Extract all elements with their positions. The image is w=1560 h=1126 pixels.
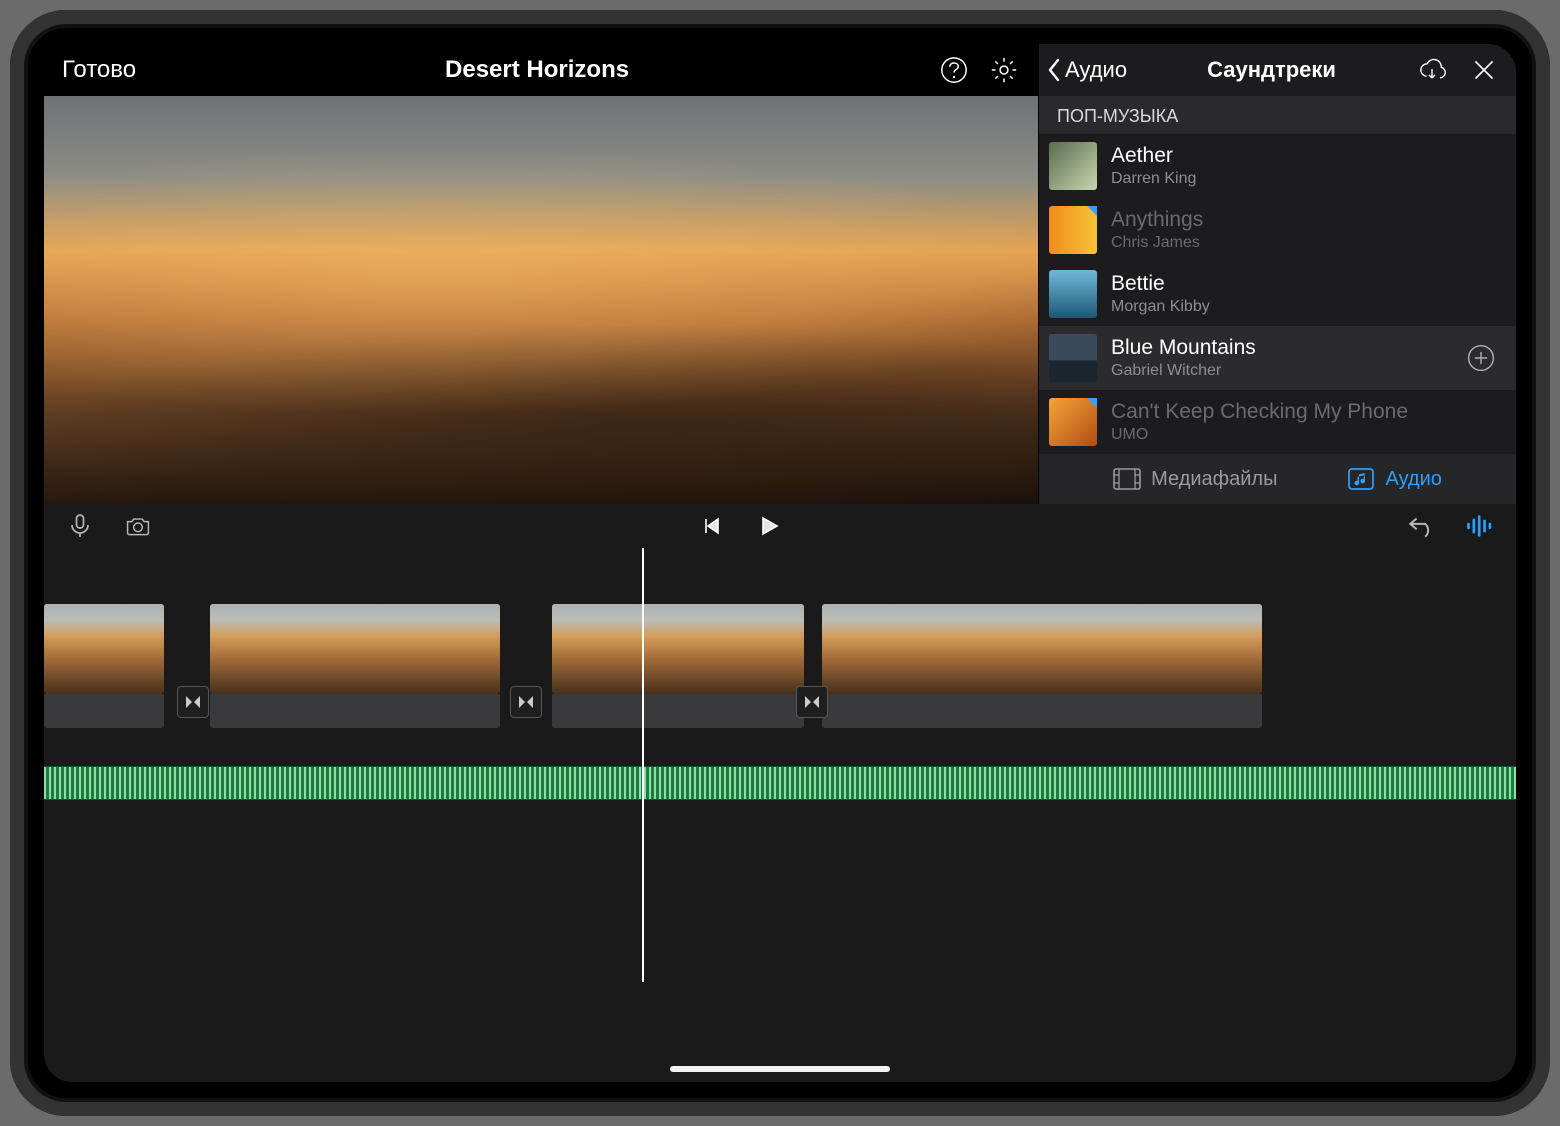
clip-footer (210, 694, 500, 728)
track-row-anythings[interactable]: Anythings Chris James (1039, 198, 1516, 262)
timeline-toolbar (44, 504, 1516, 548)
track-row-aether[interactable]: Aether Darren King (1039, 134, 1516, 198)
album-art-icon (1049, 334, 1097, 382)
section-header: ПОП-МУЗЫКА (1039, 96, 1516, 134)
track-artist: Chris James (1111, 234, 1498, 252)
transition-icon[interactable] (796, 686, 828, 718)
help-icon[interactable] (938, 54, 970, 86)
clip-footer (552, 694, 804, 728)
panel-title: Саундтреки (1135, 57, 1408, 83)
clip-footer (44, 694, 164, 728)
album-art-icon (1049, 398, 1097, 446)
home-indicator (670, 1066, 890, 1072)
tab-label: Аудио (1385, 468, 1441, 491)
track-artist: Gabriel Witcher (1111, 362, 1450, 380)
add-track-button[interactable] (1464, 341, 1498, 375)
video-clip[interactable] (552, 604, 804, 694)
audio-browser-panel: Аудио Саундтреки ПОП-МУЗЫКА (1038, 44, 1516, 504)
track-artist: Morgan Kibby (1111, 298, 1498, 316)
waveform-icon[interactable] (1464, 510, 1496, 542)
cloud-download-icon[interactable] (1416, 54, 1448, 86)
viewer-topbar: Готово Desert Horizons (44, 44, 1038, 96)
filmstrip-icon (1113, 468, 1141, 490)
track-name: Anythings (1111, 208, 1498, 232)
timeline[interactable] (44, 548, 1516, 1082)
audio-panel-header: Аудио Саундтреки (1039, 44, 1516, 96)
soundtrack-track[interactable] (44, 766, 1516, 800)
track-artist: Darren King (1111, 170, 1498, 188)
tab-label: Медиафайлы (1151, 468, 1277, 491)
album-art-icon (1049, 206, 1097, 254)
album-art-icon (1049, 270, 1097, 318)
clip-footer (822, 694, 1262, 728)
done-button[interactable]: Готово (62, 56, 136, 84)
back-label: Аудио (1065, 57, 1127, 83)
track-name: Bettie (1111, 272, 1498, 296)
track-name: Blue Mountains (1111, 336, 1450, 360)
skip-back-button[interactable] (695, 510, 727, 542)
track-row-bettie[interactable]: Bettie Morgan Kibby (1039, 262, 1516, 326)
undo-button[interactable] (1406, 510, 1438, 542)
ipad-device-frame: Готово Desert Horizons (10, 10, 1550, 1116)
back-button[interactable]: Аудио (1045, 56, 1127, 84)
camera-icon[interactable] (122, 510, 154, 542)
close-icon[interactable] (1468, 54, 1500, 86)
media-browser-tabs: Медиафайлы Аудио (1039, 454, 1516, 504)
transition-icon[interactable] (510, 686, 542, 718)
play-button[interactable] (753, 510, 785, 542)
video-clip[interactable] (44, 604, 164, 694)
upper-area: Готово Desert Horizons (44, 44, 1516, 504)
chevron-left-icon (1045, 56, 1063, 84)
album-art-icon (1049, 142, 1097, 190)
app-screen: Готово Desert Horizons (44, 44, 1516, 1082)
video-track[interactable] (44, 604, 1516, 732)
video-clip[interactable] (822, 604, 1262, 694)
track-artist: UMO (1111, 426, 1498, 444)
project-title: Desert Horizons (136, 56, 938, 84)
video-clip[interactable] (210, 604, 500, 694)
track-list[interactable]: Aether Darren King Anythings Chris James (1039, 134, 1516, 454)
track-name: Aether (1111, 144, 1498, 168)
tab-media[interactable]: Медиафайлы (1113, 468, 1277, 491)
track-row-cant-keep-checking[interactable]: Can't Keep Checking My Phone UMO (1039, 390, 1516, 454)
track-row-blue-mountains[interactable]: Blue Mountains Gabriel Witcher (1039, 326, 1516, 390)
viewer-column: Готово Desert Horizons (44, 44, 1038, 504)
microphone-icon[interactable] (64, 510, 96, 542)
track-name: Can't Keep Checking My Phone (1111, 400, 1498, 424)
transition-icon[interactable] (177, 686, 209, 718)
settings-gear-icon[interactable] (988, 54, 1020, 86)
music-note-icon (1347, 468, 1375, 490)
tab-audio[interactable]: Аудио (1347, 468, 1441, 491)
video-preview[interactable] (44, 96, 1038, 504)
